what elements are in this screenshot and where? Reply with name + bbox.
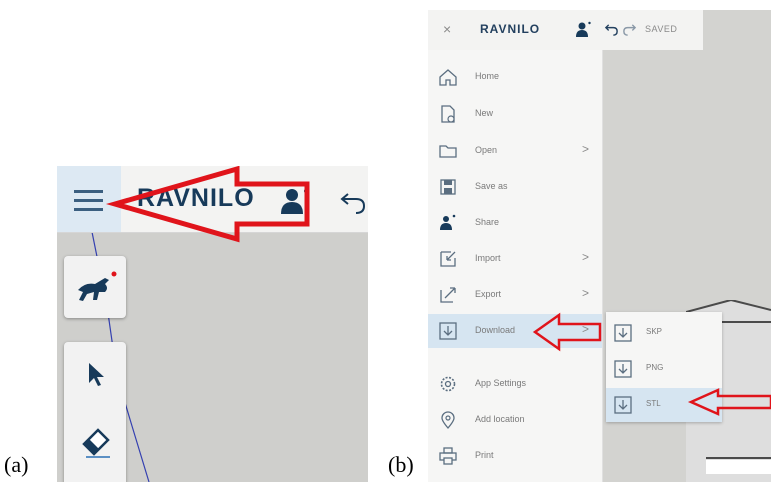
download-icon [614, 360, 632, 378]
save-status: SAVED [645, 24, 678, 34]
home-icon [439, 69, 457, 86]
dog-logo-icon [78, 271, 117, 301]
undo-icon[interactable] [604, 22, 619, 37]
user-icon[interactable] [575, 21, 591, 37]
chevron-right-icon: > [582, 250, 590, 264]
download-submenu: SKP PNG STL [606, 312, 722, 422]
menu-icon-bar [74, 199, 103, 202]
panel-label-a: (a) [4, 452, 29, 477]
menu-item-label: Import [475, 253, 501, 263]
panel-a-screenshot: RAVNILO [57, 166, 368, 482]
chevron-right-icon: > [582, 322, 590, 336]
chevron-right-icon: > [582, 142, 590, 156]
menu-item-home[interactable]: Home [428, 60, 602, 94]
menu-item-save-as[interactable]: Save as [428, 170, 602, 204]
undo-icon[interactable] [339, 188, 367, 216]
panel-b-screenshot: × RAVNILO SAVED Home New Open > Save as Share… [428, 10, 771, 482]
export-icon [440, 287, 456, 303]
redo-icon[interactable] [622, 22, 637, 37]
app-logo-button[interactable] [64, 256, 126, 318]
menu-icon-bar [74, 208, 103, 211]
menu-icon [74, 190, 103, 193]
location-icon [441, 411, 455, 429]
menu-item-label: Share [475, 217, 500, 227]
share-icon [440, 214, 456, 230]
menu-item-print[interactable]: Print [428, 439, 602, 473]
app-title: RAVNILO [137, 184, 255, 212]
menu-item-label: Save as [475, 181, 508, 191]
menu-item-label: Open [475, 145, 498, 155]
print-icon [439, 447, 457, 465]
download-option-label: SKP [646, 327, 663, 336]
settings-icon [440, 376, 456, 392]
app-header: RAVNILO [57, 166, 368, 233]
menu-item-share[interactable]: Share [428, 206, 602, 240]
menu-item-label: App Settings [475, 378, 527, 388]
menu-item-label: New [475, 108, 494, 118]
tool-palette [64, 342, 126, 482]
download-option-skp[interactable]: SKP [606, 316, 722, 350]
close-menu-button[interactable]: × [443, 21, 451, 37]
menu-item-import[interactable]: Import > [428, 242, 602, 276]
menu-item-label: Export [475, 289, 502, 299]
menu-item-add-location[interactable]: Add location [428, 403, 602, 437]
user-icon[interactable] [279, 186, 309, 216]
menu-item-app-settings[interactable]: App Settings [428, 367, 602, 401]
import-icon [440, 251, 456, 267]
app-title: RAVNILO [480, 22, 541, 36]
menu-item-export[interactable]: Export > [428, 278, 602, 312]
main-menu: Home New Open > Save as Share Import > Export > Do… [428, 50, 603, 482]
eraser-icon[interactable] [78, 422, 114, 460]
menu-item-open[interactable]: Open > [428, 134, 602, 168]
menu-button[interactable] [57, 166, 121, 232]
new-file-icon [441, 105, 455, 123]
app-header: × RAVNILO SAVED [428, 10, 703, 50]
download-option-stl[interactable]: STL [606, 388, 722, 422]
menu-item-label: Print [475, 450, 494, 460]
menu-item-download[interactable]: Download > [428, 314, 602, 348]
download-option-label: PNG [646, 363, 664, 372]
chevron-right-icon: > [582, 286, 590, 300]
panel-label-b: (b) [388, 452, 414, 477]
download-option-png[interactable]: PNG [606, 352, 722, 386]
download-option-label: STL [646, 399, 661, 408]
download-icon [614, 324, 632, 342]
download-icon [614, 396, 632, 414]
menu-item-new[interactable]: New [428, 97, 602, 131]
menu-item-label: Add location [475, 414, 525, 424]
folder-icon [439, 145, 457, 158]
save-icon [440, 179, 456, 195]
cursor-icon[interactable] [84, 360, 108, 388]
download-icon [439, 322, 457, 340]
menu-item-label: Download [475, 325, 516, 335]
menu-item-label: Home [475, 71, 500, 81]
